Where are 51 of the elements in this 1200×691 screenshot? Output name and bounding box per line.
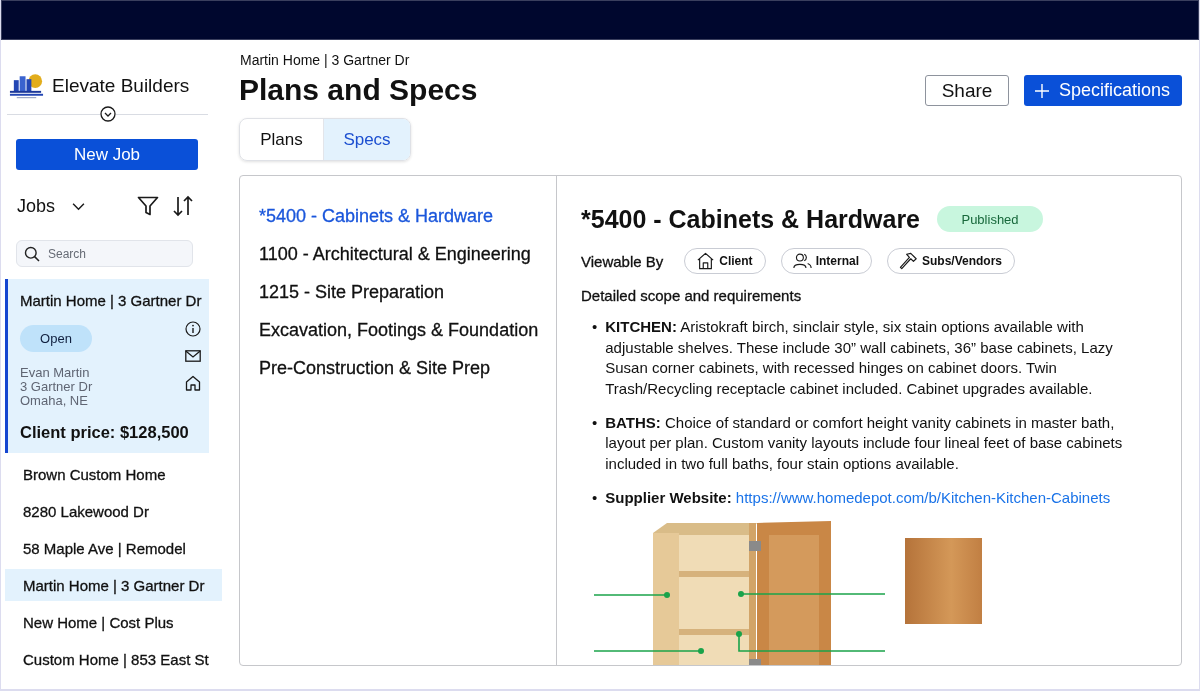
job-list-item[interactable]: Brown Custom Home xyxy=(5,458,222,490)
share-button[interactable]: Share xyxy=(925,75,1009,106)
status-badge: Open xyxy=(20,325,92,352)
logo-icon xyxy=(8,72,45,100)
search-field[interactable]: Search xyxy=(16,240,193,267)
bullet: • xyxy=(592,317,598,337)
contact-line: 3 Gartner Dr xyxy=(20,380,93,394)
contact-line: Evan Martin xyxy=(20,366,91,380)
spec-list-item[interactable]: 1100 - Architectural & Engineering xyxy=(259,243,531,265)
tab[interactable]: Plans xyxy=(240,119,323,160)
plus-icon xyxy=(1035,83,1049,98)
bullet: • xyxy=(592,487,598,508)
scope-item-text: BATHS: Choice of standard or comfort height vanity cabinets in master bath, layout per plan. Custom vanity layouts include four lineal feet of base cabinets included in two full baths, four stain options available. xyxy=(605,412,1124,474)
home-icon[interactable] xyxy=(185,375,201,391)
job-list-item[interactable]: 58 Maple Ave | Remodel xyxy=(5,532,222,564)
job-list-item[interactable]: 8280 Lakewood Dr xyxy=(5,495,222,527)
spec-list-item[interactable]: Excavation, Footings & Foundation xyxy=(259,319,539,341)
scope-heading: Detailed scope and requirements xyxy=(581,286,803,306)
search-icon xyxy=(24,246,40,262)
sort-icon[interactable] xyxy=(171,194,195,218)
client-price: Client price: $128,500 xyxy=(20,422,190,442)
mail-icon[interactable] xyxy=(185,348,201,364)
job-list-item[interactable]: Custom Home | 853 East St xyxy=(5,643,222,675)
viewable-by-label: Viewable By xyxy=(581,252,664,270)
jobs-dropdown[interactable]: Jobs xyxy=(17,195,87,217)
info-icon[interactable] xyxy=(185,321,201,337)
spec-list-item[interactable]: 1215 - Site Preparation xyxy=(259,281,445,303)
supplier-website-text: Supplier Website: https://www.homedepot.com/b/Kitchen-Kitchen-Cabinets xyxy=(605,487,1112,508)
breadcrumb: Martin Home | 3 Gartner Dr xyxy=(240,52,411,69)
job-list-item[interactable]: New Home | Cost Plus xyxy=(5,606,222,638)
job-list-item[interactable]: Martin Home | 3 Gartner Dr xyxy=(5,569,222,601)
tab[interactable]: Specs xyxy=(323,119,410,160)
supplier-link[interactable]: https://www.homedepot.com/b/Kitchen-Kitchen-Cabinets xyxy=(735,488,1111,506)
spec-title: *5400 - Cabinets & Hardware xyxy=(581,204,921,234)
spec-list-item[interactable]: Pre-Construction & Site Prep xyxy=(259,357,491,379)
spec-list-item[interactable]: *5400 - Cabinets & Hardware xyxy=(259,205,494,227)
add-specification-button[interactable]: Specifications xyxy=(1024,75,1182,106)
company-name: Elevate Builders xyxy=(52,75,190,97)
scope-item-text: KITCHEN: Aristokraft birch, sinclair style, six stain options available with adjustable shelves. These include 30” wall cabinets, 36” base cabinets, Lazy Susan corner cabinets, with recessed hinges on cabinet doors. Twin Trash/Recycling receptacle cabinet included. Cabinet upgrades available. xyxy=(605,317,1114,399)
new-job-button[interactable]: New Job xyxy=(16,139,198,170)
hammer-icon xyxy=(898,252,918,270)
filter-icon[interactable] xyxy=(136,194,160,218)
chevron-down-icon xyxy=(71,201,87,211)
contact-line: Omaha, NE xyxy=(20,394,89,408)
house-icon xyxy=(696,252,716,270)
page-title: Plans and Specs xyxy=(239,73,478,107)
people-icon xyxy=(792,252,812,270)
status-badge: Published xyxy=(937,206,1044,232)
job-title: Martin Home | 3 Gartner Dr xyxy=(20,292,201,310)
bullet: • xyxy=(592,412,598,433)
chevron-down-circle-icon[interactable] xyxy=(99,106,116,122)
